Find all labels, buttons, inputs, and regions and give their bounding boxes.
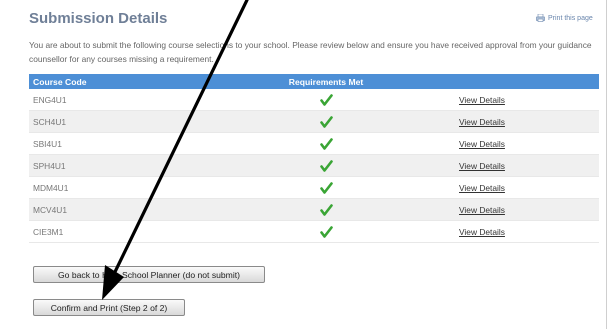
view-details-cell: View Details [455,198,599,221]
header-requirements-met: Requirements Met [197,74,455,89]
print-page-link[interactable]: Print this page [536,14,593,22]
table-row: CIE3M1 View Details [29,220,599,243]
checkmark-icon [319,203,333,216]
view-details-link[interactable]: View Details [459,95,505,105]
view-details-cell: View Details [455,220,599,243]
intro-text: You are about to submit the following co… [29,40,592,64]
checkmark-icon [319,115,333,128]
view-details-cell: View Details [455,89,599,111]
view-details-cell: View Details [455,110,599,133]
requirements-met-cell [197,220,455,243]
view-details-cell: View Details [455,154,599,177]
table-row: MCV4U1 View Details [29,198,599,221]
table-row: SBI4U1 View Details [29,132,599,155]
go-back-button[interactable]: Go back to High School Planner (do not s… [33,266,265,283]
requirements-met-cell [197,176,455,199]
requirements-met-cell [197,89,455,111]
printer-icon [536,14,545,22]
table-row: MDM4U1 View Details [29,176,599,199]
view-details-cell: View Details [455,176,599,199]
checkmark-icon [319,181,333,194]
header-course-code: Course Code [29,74,197,89]
table-header-row: Course Code Requirements Met [29,74,599,89]
table-row: SPH4U1 View Details [29,154,599,177]
view-details-link[interactable]: View Details [459,227,505,237]
requirements-met-cell [197,132,455,155]
header-actions [455,74,599,89]
table-row: ENG4U1 View Details [29,89,599,111]
course-code-cell: SCH4U1 [29,110,197,133]
course-code-cell: SBI4U1 [29,132,197,155]
course-code-cell: MDM4U1 [29,176,197,199]
checkmark-icon [319,225,333,238]
view-details-link[interactable]: View Details [459,161,505,171]
view-details-cell: View Details [455,132,599,155]
checkmark-icon [319,159,333,172]
view-details-link[interactable]: View Details [459,183,505,193]
table-row: SCH4U1 View Details [29,110,599,133]
window-edge [606,0,613,329]
course-table: Course Code Requirements Met ENG4U1 View … [29,74,599,243]
checkmark-icon [319,137,333,150]
confirm-and-print-button[interactable]: Confirm and Print (Step 2 of 2) [33,299,185,316]
checkmark-icon [319,93,333,106]
page-title: Submission Details [29,10,168,27]
course-rows: ENG4U1 View Details SCH4U1 View Details SBI4… [29,89,599,243]
view-details-link[interactable]: View Details [459,205,505,215]
view-details-link[interactable]: View Details [459,139,505,149]
print-page-label: Print this page [548,14,593,22]
course-code-cell: SPH4U1 [29,154,197,177]
requirements-met-cell [197,110,455,133]
course-code-cell: MCV4U1 [29,198,197,221]
requirements-met-cell [197,154,455,177]
requirements-met-cell [197,198,455,221]
course-code-cell: ENG4U1 [29,89,197,111]
course-code-cell: CIE3M1 [29,220,197,243]
view-details-link[interactable]: View Details [459,117,505,127]
